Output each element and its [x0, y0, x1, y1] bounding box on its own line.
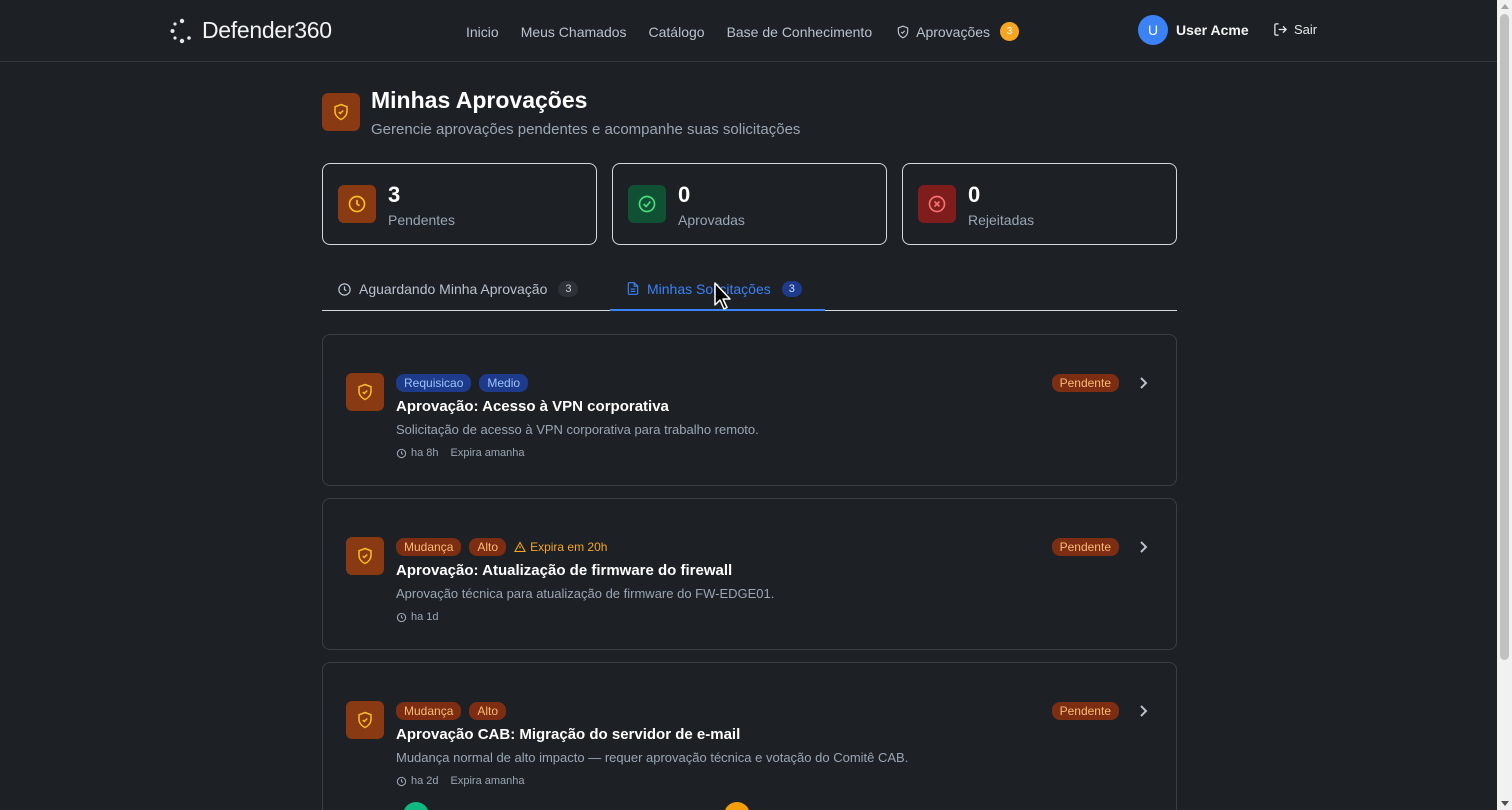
card-meta: ha 8h Expira amanha [396, 447, 525, 459]
clock-icon [338, 185, 376, 223]
type-tag: Requisicao [396, 374, 472, 392]
stat-label: Pendentes [388, 212, 455, 228]
shield-icon [346, 701, 384, 739]
approval-tabs: Aguardando Minha Aprovação 3 Minhas Soli… [322, 268, 1177, 311]
approval-card[interactable]: Mudança Alto Aprovação CAB: Migração do … [322, 662, 1177, 810]
avatar: U [1138, 15, 1168, 45]
logout-label: Sair [1294, 22, 1318, 37]
status-badge: Pendente [1051, 538, 1119, 556]
status-badge: Pendente [1051, 702, 1119, 720]
card-meta: ha 2d Expira amanha [396, 775, 525, 787]
tab-aguardando[interactable]: Aguardando Minha Aprovação 3 [337, 268, 579, 310]
stat-card-rejeitadas: 0 Rejeitadas [902, 163, 1177, 245]
main-nav: Inicio Meus Chamados Catálogo Base de Co… [466, 22, 1020, 41]
mouse-cursor-icon [714, 282, 732, 310]
card-expires: Expira amanha [450, 775, 525, 787]
clock-icon [396, 776, 407, 787]
scroll-up-icon[interactable] [1501, 4, 1509, 9]
tab-label: Minhas Solicitações [647, 280, 771, 297]
scroll-down-icon[interactable] [1501, 801, 1509, 806]
nav-aprovacoes[interactable]: Aprovações 3 [896, 22, 1020, 41]
approval-card[interactable]: Mudança Alto Expira em 20h Aprovação: At… [322, 498, 1177, 650]
clock-icon [396, 612, 407, 623]
nav-inicio[interactable]: Inicio [466, 24, 499, 40]
logout-button[interactable]: Sair [1273, 22, 1317, 37]
chevron-right-icon[interactable] [1138, 540, 1148, 554]
tab-count: 3 [558, 281, 579, 297]
tab-count: 3 [781, 280, 802, 297]
document-icon [626, 281, 640, 296]
scroll-thumb[interactable] [1500, 14, 1509, 660]
nav-base-conhecimento[interactable]: Base de Conhecimento [727, 24, 873, 40]
shield-icon [346, 537, 384, 575]
card-meta: ha 1d [396, 611, 439, 623]
stat-label: Aprovadas [678, 212, 745, 228]
stat-value: 0 [968, 182, 981, 207]
type-tag: Mudança [396, 702, 462, 720]
priority-tag: Alto [469, 538, 507, 556]
priority-tag: Alto [469, 702, 507, 720]
card-time-label: ha 1d [411, 611, 439, 623]
card-description: Mudança normal de alto impacto — requer … [396, 750, 909, 765]
chevron-right-icon[interactable] [1138, 704, 1148, 718]
status-badge: Pendente [1051, 374, 1119, 392]
logout-icon [1273, 22, 1288, 37]
clock-icon [337, 282, 352, 297]
nav-meus-chamados[interactable]: Meus Chamados [521, 24, 627, 40]
brand-logo[interactable]: Defender360 [170, 17, 332, 44]
card-tags: Mudança Alto [396, 702, 507, 720]
page-scrollbar[interactable] [1497, 0, 1512, 810]
page-title: Minhas Aprovações [371, 87, 588, 113]
brand-name: Defender360 [202, 17, 332, 43]
top-navbar: Defender360 Inicio Meus Chamados Catálog… [0, 0, 1497, 62]
card-title: Aprovação CAB: Migração do servidor de e… [396, 726, 741, 743]
nav-catalogo[interactable]: Catálogo [649, 24, 705, 40]
nav-aprovacoes-badge: 3 [1000, 22, 1020, 41]
card-time-label: ha 2d [411, 775, 439, 787]
stat-label: Rejeitadas [968, 212, 1035, 228]
stat-value: 3 [388, 182, 401, 207]
shield-icon [346, 373, 384, 411]
stat-card-aprovadas: 0 Aprovadas [612, 163, 887, 245]
shield-icon [896, 25, 910, 39]
user-name: User Acme [1176, 22, 1249, 38]
page-shield-icon [322, 93, 360, 131]
card-time: ha 2d [396, 775, 439, 787]
nav-aprovacoes-label: Aprovações [916, 23, 991, 40]
page-subtitle: Gerencie aprovações pendentes e acompanh… [371, 121, 801, 138]
card-title: Aprovação: Acesso à VPN corporativa [396, 398, 669, 415]
logo-dots-icon [170, 18, 194, 44]
card-tags: Requisicao Medio [396, 374, 529, 392]
expiry-warning-label: Expira em 20h [530, 540, 608, 554]
check-circle-icon [628, 185, 666, 223]
card-time: ha 1d [396, 611, 439, 623]
x-circle-icon [918, 185, 956, 223]
card-tags: Mudança Alto Expira em 20h [396, 538, 607, 556]
card-time: ha 8h [396, 447, 439, 459]
type-tag: Mudança [396, 538, 462, 556]
card-description: Solicitação de acesso à VPN corporativa … [396, 422, 759, 437]
priority-tag: Medio [479, 374, 529, 392]
expiry-warning: Expira em 20h [514, 538, 607, 556]
user-menu[interactable]: U User Acme [1138, 15, 1249, 45]
stat-value: 0 [678, 182, 691, 207]
card-title: Aprovação: Atualização de firmware do fi… [396, 562, 733, 579]
approval-card[interactable]: Requisicao Medio Aprovação: Acesso à VPN… [322, 334, 1177, 486]
stat-card-pendentes: 3 Pendentes [322, 163, 597, 245]
chevron-right-icon[interactable] [1138, 376, 1148, 390]
card-description: Aprovação técnica para atualização de fi… [396, 586, 775, 601]
warning-icon [514, 541, 526, 553]
clock-icon [396, 448, 407, 459]
card-time-label: ha 8h [411, 447, 439, 459]
card-expires: Expira amanha [450, 447, 525, 459]
tab-label: Aguardando Minha Aprovação [359, 281, 548, 297]
